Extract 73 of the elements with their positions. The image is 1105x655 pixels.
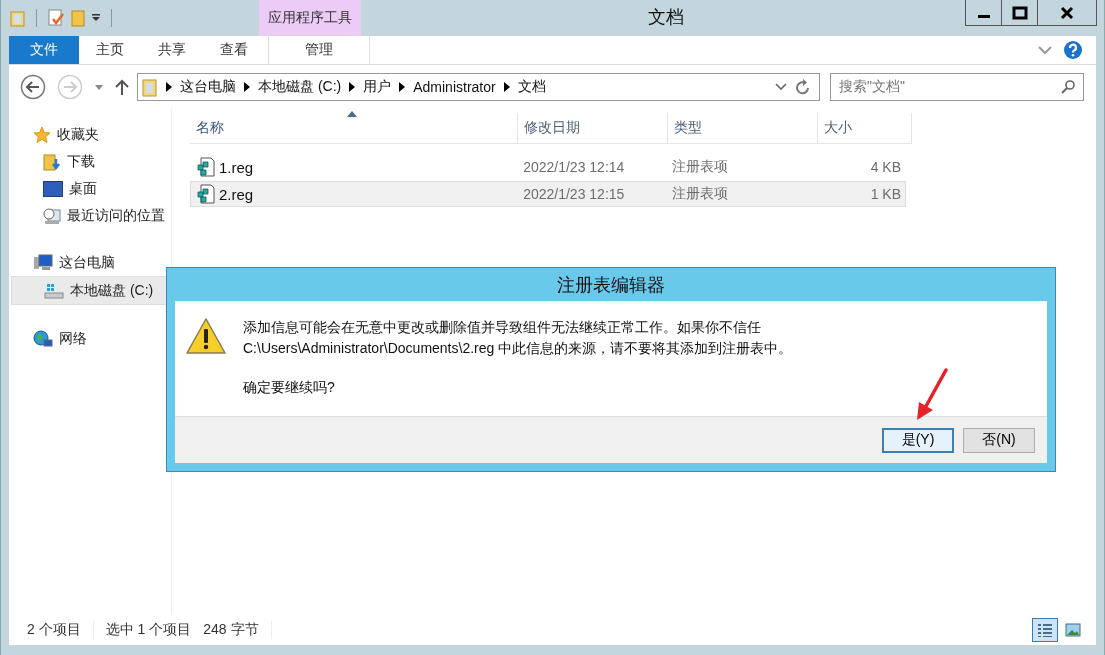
nav-item[interactable]: 收藏夹: [9, 121, 171, 148]
file-name: 1.reg: [219, 158, 254, 176]
network-icon: [33, 329, 53, 348]
file-row[interactable]: 1.reg 2022/1/23 12:14 注册表项 4 KB: [190, 154, 906, 180]
dialog-button[interactable]: 是(Y): [882, 427, 954, 453]
dialog-title: 注册表编辑器: [556, 273, 666, 297]
item-count: 2 个项目: [27, 621, 81, 639]
dialog-question: 确定要继续吗?: [243, 378, 336, 397]
close-button[interactable]: [1037, 0, 1097, 26]
breadcrumb[interactable]: 这台电脑: [180, 78, 236, 96]
details-view-button[interactable]: [1032, 618, 1058, 642]
dialog-message: 添加信息可能会在无意中更改或删除值并导致组件无法继续正常工作。如果你不信任 C:\Users\Administrator\Documents\2.reg 中此信息的来源，请不要将其添加到注册表中。: [243, 318, 794, 358]
column-header[interactable]: 大小: [818, 113, 912, 143]
dropdown-icon[interactable]: [91, 14, 101, 22]
folder-icon: [142, 77, 158, 97]
help-icon[interactable]: [1064, 41, 1082, 59]
breadcrumb[interactable]: 文档: [517, 78, 546, 96]
chevron-down-icon[interactable]: [775, 83, 787, 91]
table-cell-text: 注册表项: [671, 157, 730, 176]
ribbon-tab[interactable]: 文件: [9, 36, 79, 64]
table-cell-text: 注册表项: [671, 184, 730, 203]
breadcrumb-arrow-icon[interactable]: [166, 82, 172, 92]
table-cell-text: 1 KB: [869, 185, 902, 204]
nav-item[interactable]: 桌面: [9, 175, 171, 202]
breadcrumb-arrow-icon[interactable]: [399, 82, 406, 92]
table-cell-text: 2022/1/23 12:14: [522, 158, 626, 177]
picture-icon: [1065, 623, 1081, 637]
selection-count: 选中 1 个项目: [105, 621, 192, 639]
chevron-down-icon[interactable]: [1038, 45, 1052, 55]
dialog-button[interactable]: 否(N): [963, 427, 1035, 453]
minimize-icon: [977, 15, 990, 18]
breadcrumb[interactable]: 用户: [363, 78, 392, 96]
search-icon: [1061, 80, 1075, 94]
desktop-icon: [43, 180, 63, 197]
up-icon[interactable]: [115, 79, 129, 95]
warning-icon: [185, 317, 227, 355]
refresh-icon[interactable]: [795, 78, 811, 96]
breadcrumb-arrow-icon[interactable]: [503, 82, 510, 92]
download-folder-icon: [43, 152, 61, 171]
breadcrumb[interactable]: Administrator: [413, 79, 496, 95]
table-cell-text: 2022/1/23 12:15: [522, 185, 626, 204]
breadcrumb-arrow-icon[interactable]: [244, 82, 250, 92]
window-title: 文档: [647, 6, 685, 29]
close-icon: [1060, 5, 1074, 20]
computer-icon: [33, 253, 53, 272]
file-row[interactable]: 2.reg 2022/1/23 12:15 注册表项 1 KB: [190, 181, 906, 207]
nav-item[interactable]: 这台电脑: [9, 249, 171, 276]
maximize-icon: [1011, 5, 1028, 20]
search-field[interactable]: 搜索"文档": [830, 73, 1084, 101]
table-cell-text: 4 KB: [869, 158, 902, 177]
sort-arrow-icon: [347, 111, 357, 117]
nav-item[interactable]: 下载: [9, 148, 171, 175]
star-icon: [33, 125, 51, 144]
back-icon[interactable]: [20, 74, 46, 100]
minimize-button[interactable]: [965, 0, 1002, 26]
address-bar[interactable]: 这台电脑 本地磁盘 (C:) 用户 Administrator 文档: [137, 73, 820, 101]
nav-item[interactable]: 最近访问的位置: [9, 202, 171, 229]
properties-icon[interactable]: [47, 9, 65, 27]
selection-size: 248 字节: [203, 621, 259, 639]
column-header[interactable]: 类型: [668, 113, 818, 143]
recent-locations-icon[interactable]: [95, 84, 103, 90]
column-header[interactable]: 修改日期: [518, 113, 668, 143]
context-tab-group: 应用程序工具: [259, 0, 361, 36]
details-view-icon: [1037, 622, 1053, 638]
registry-file-icon: [197, 184, 215, 204]
breadcrumb-arrow-icon[interactable]: [349, 82, 356, 92]
file-name: 2.reg: [219, 185, 254, 203]
drive-icon: [44, 281, 64, 300]
ribbon-tab[interactable]: 管理: [268, 36, 370, 64]
registry-file-icon: [197, 157, 215, 177]
recent-places-icon: [43, 206, 61, 225]
nav-item[interactable]: 网络: [9, 325, 171, 352]
breadcrumb[interactable]: 本地磁盘 (C:): [258, 78, 342, 96]
